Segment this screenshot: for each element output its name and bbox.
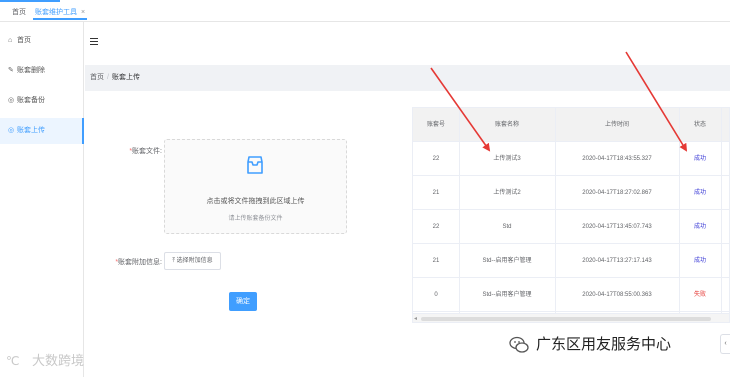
select-attach-button[interactable]: ⤒ 选择附加信息 bbox=[164, 252, 221, 270]
table-row[interactable]: 0 Std--启用客户管理 2020-04-17T08:55:00.363 失败 bbox=[413, 278, 729, 312]
watermark-left: ℃ 大数跨境 bbox=[6, 350, 84, 372]
table-row[interactable]: 22 上传测试3 2020-04-17T18:43:55.327 成功 bbox=[413, 142, 729, 176]
upload-icon: ◎ bbox=[8, 127, 15, 134]
column-header-id: 账套号 bbox=[426, 122, 445, 128]
sidebar-item-home[interactable]: ⌂ 首页 bbox=[0, 28, 84, 54]
tab-account-tool[interactable]: 账套维护工具 × bbox=[33, 6, 88, 20]
sidebar-item-delete[interactable]: ✎ 账套删除 bbox=[0, 58, 84, 84]
column-header-status: 状态 bbox=[693, 122, 706, 128]
column-header-name: 账套名称 bbox=[494, 122, 519, 128]
upload-history-table: 账套号 账套名称 上传时间 状态 22 上传测试3 2020-04-17T18:… bbox=[412, 107, 730, 323]
upload-arrow-icon: ⤒ bbox=[172, 258, 175, 264]
file-field-label: *账套文件: bbox=[118, 146, 162, 156]
table-row[interactable]: 22 Std 2020-04-17T13:45:07.743 成功 bbox=[413, 210, 729, 244]
cell-time: 2020-04-17T08:55:00.363 bbox=[582, 292, 652, 298]
cell-name: 上传测试3 bbox=[493, 156, 521, 162]
app-window: 首页 账套维护工具 × ⌂ 首页 ✎ 账套删除 ◎ 账套备份 ◎ 账套上传 首页 / 账套上传… bbox=[0, 0, 730, 377]
watermark-left-text: 大数跨境 bbox=[32, 354, 85, 369]
table-header: 账套号 账套名称 上传时间 状态 bbox=[413, 108, 729, 142]
cell-status: 成功 bbox=[693, 258, 706, 264]
upload-dropzone[interactable]: 点击或将文件拖拽到此区域上传 请上传账套备份文件 bbox=[164, 139, 347, 234]
submit-button[interactable]: 确定 bbox=[229, 292, 257, 311]
file-field-label-text: 账套文件: bbox=[132, 148, 162, 155]
disk-icon: ◎ bbox=[8, 97, 15, 104]
cell-id: 22 bbox=[432, 224, 440, 230]
sidebar: ⌂ 首页 ✎ 账套删除 ◎ 账套备份 ◎ 账套上传 bbox=[0, 22, 84, 377]
breadcrumb-separator: / bbox=[107, 74, 109, 81]
cell-id: 21 bbox=[432, 190, 440, 196]
cell-status: 成功 bbox=[693, 156, 706, 162]
cell-time: 2020-04-17T18:27:02.867 bbox=[582, 190, 652, 196]
tab-account-tool-label: 账套维护工具 bbox=[35, 9, 77, 16]
breadcrumb: 首页 / 账套上传 bbox=[85, 65, 730, 91]
sidebar-item-label: 账套上传 bbox=[17, 127, 45, 134]
select-attach-label: 选择附加信息 bbox=[176, 258, 213, 264]
cell-time: 2020-04-17T18:43:55.327 bbox=[582, 156, 652, 162]
watermark-right: 广东区用友服务中心 bbox=[508, 333, 730, 357]
column-divider bbox=[721, 108, 722, 313]
sidebar-item-label: 账套备份 bbox=[17, 97, 45, 104]
cell-time: 2020-04-17T13:45:07.743 bbox=[582, 224, 652, 230]
upload-hint: 请上传账套备份文件 bbox=[228, 216, 283, 222]
scroll-left-icon[interactable]: ◂ bbox=[414, 315, 417, 322]
table-row[interactable]: 21 Std--启用客户管理 2020-04-17T13:27:17.143 成… bbox=[413, 244, 729, 278]
cell-name: Std--启用客户管理 bbox=[482, 258, 532, 264]
column-divider bbox=[679, 108, 680, 313]
inbox-upload-icon bbox=[247, 156, 263, 174]
breadcrumb-home[interactable]: 首页 bbox=[90, 74, 104, 81]
wechat-icon bbox=[509, 336, 529, 353]
scrollbar-thumb[interactable] bbox=[421, 317, 711, 321]
menu-toggle-icon[interactable] bbox=[90, 38, 98, 46]
attach-field-label-text: 账套附加信息: bbox=[118, 259, 162, 266]
watermark-logo-icon: ℃ bbox=[6, 354, 20, 368]
cell-status: 成功 bbox=[693, 190, 706, 196]
sidebar-item-label: 首页 bbox=[17, 37, 31, 44]
table-row[interactable]: 21 上传测试2 2020-04-17T18:27:02.867 成功 bbox=[413, 176, 729, 210]
cell-id: 21 bbox=[432, 258, 440, 264]
cell-name: 上传测试2 bbox=[493, 190, 521, 196]
breadcrumb-current: 账套上传 bbox=[111, 74, 140, 81]
cell-time: 2020-04-17T13:27:17.143 bbox=[582, 258, 652, 264]
column-header-time: 上传时间 bbox=[604, 122, 629, 128]
sidebar-item-label: 账套删除 bbox=[17, 67, 45, 74]
tab-bar-accent-line bbox=[0, 0, 60, 2]
cell-id: 22 bbox=[432, 156, 440, 162]
column-divider bbox=[459, 108, 460, 313]
upload-instruction: 点击或将文件拖拽到此区域上传 bbox=[206, 198, 305, 205]
sidebar-item-upload[interactable]: ◎ 账套上传 bbox=[0, 118, 84, 144]
wrench-icon: ✎ bbox=[8, 67, 14, 74]
tab-bar: 首页 账套维护工具 × bbox=[0, 0, 730, 22]
cell-id: 0 bbox=[434, 292, 438, 298]
cell-name: Std--启用客户管理 bbox=[482, 292, 532, 298]
watermark-right-text: 广东区用友服务中心 bbox=[536, 336, 672, 353]
column-divider bbox=[555, 108, 556, 313]
side-toggle-button[interactable]: ‹ bbox=[720, 334, 730, 354]
horizontal-scrollbar[interactable]: ◂ bbox=[413, 313, 729, 322]
home-icon: ⌂ bbox=[8, 37, 13, 44]
cell-name: Std bbox=[502, 224, 512, 230]
close-icon[interactable]: × bbox=[81, 9, 85, 16]
cell-status: 失败 bbox=[693, 292, 706, 298]
tab-home[interactable]: 首页 bbox=[12, 6, 26, 20]
attach-field-label: *账套附加信息: bbox=[114, 257, 162, 267]
sidebar-item-backup[interactable]: ◎ 账套备份 bbox=[0, 88, 84, 114]
cell-status: 成功 bbox=[693, 224, 706, 230]
